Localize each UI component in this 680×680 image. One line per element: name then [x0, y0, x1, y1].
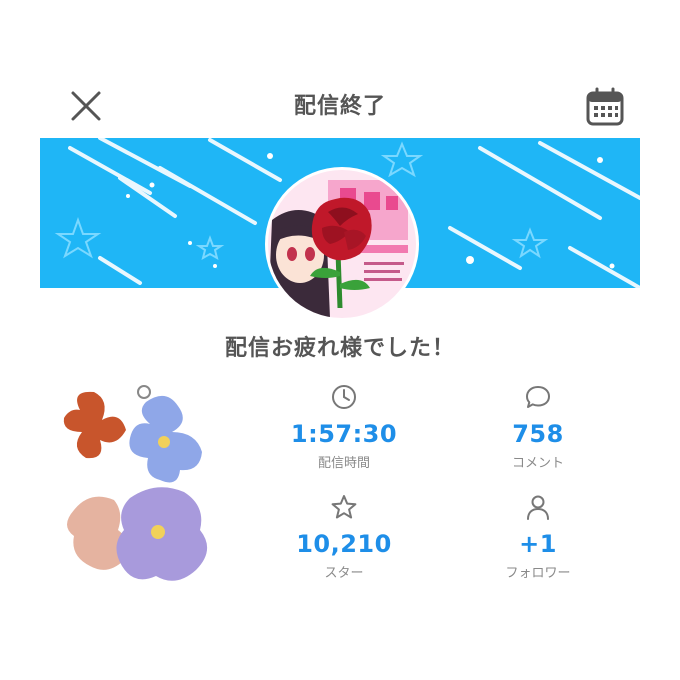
page-title: 配信終了 — [293, 94, 386, 119]
speech-bubble-icon — [526, 386, 550, 408]
stat-comments: 758 コメント — [448, 382, 628, 471]
stat-stars: 10,210 スター — [254, 492, 434, 581]
top-bar: 配信終了 — [0, 72, 680, 136]
comments-label: コメント — [511, 456, 564, 471]
flower-decoration — [63, 385, 208, 581]
person-icon — [527, 495, 549, 520]
comments-value: 758 — [512, 420, 564, 448]
stars-value: 10,210 — [296, 530, 392, 558]
calendar-icon[interactable] — [584, 86, 626, 128]
duration-label: 配信時間 — [317, 456, 370, 471]
clock-icon — [332, 385, 356, 409]
duration-value: 1:57:30 — [290, 420, 398, 448]
stat-duration: 1:57:30 配信時間 — [254, 382, 434, 471]
rose-sticker — [310, 197, 372, 308]
stat-followers: +1 フォロワー — [448, 492, 628, 581]
thanks-message: 配信お疲れ様でした！ — [224, 336, 455, 361]
followers-label: フォロワー — [505, 566, 571, 581]
stars-label: スター — [324, 566, 364, 581]
star-icon — [331, 495, 357, 519]
followers-value: +1 — [519, 530, 557, 558]
